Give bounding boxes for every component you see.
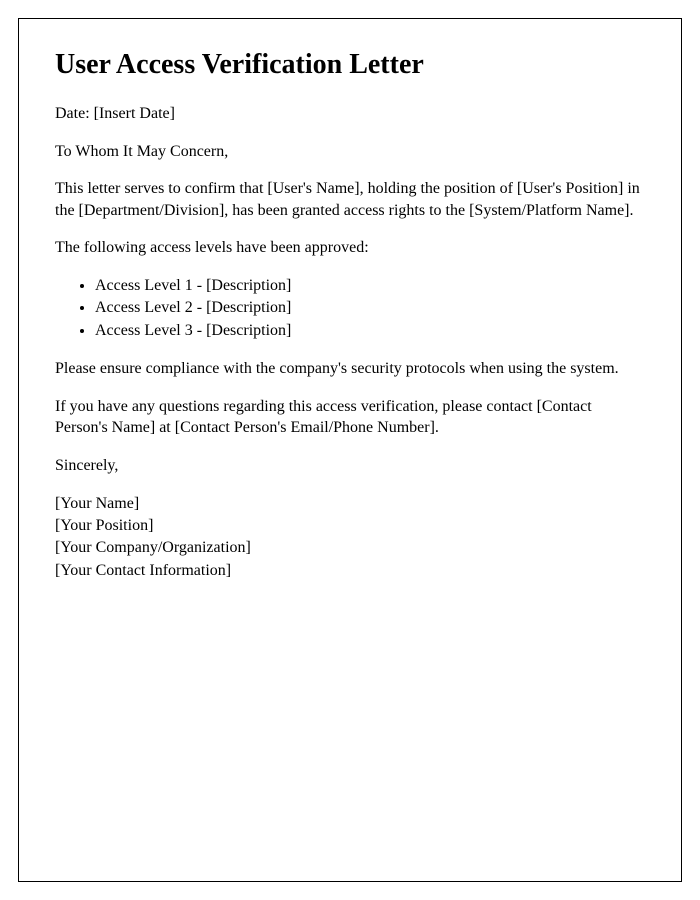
date-line: Date: [Insert Date] bbox=[55, 103, 645, 125]
list-item: Access Level 3 - [Description] bbox=[95, 320, 645, 342]
document-page: User Access Verification Letter Date: [I… bbox=[18, 18, 682, 882]
signature-position: [Your Position] bbox=[55, 515, 645, 537]
signature-company: [Your Company/Organization] bbox=[55, 537, 645, 559]
access-levels-list: Access Level 1 - [Description] Access Le… bbox=[95, 275, 645, 342]
list-item: Access Level 1 - [Description] bbox=[95, 275, 645, 297]
list-item: Access Level 2 - [Description] bbox=[95, 297, 645, 319]
contact-paragraph: If you have any questions regarding this… bbox=[55, 396, 645, 439]
document-title: User Access Verification Letter bbox=[55, 49, 645, 81]
signature-block: [Your Name] [Your Position] [Your Compan… bbox=[55, 493, 645, 583]
signature-name: [Your Name] bbox=[55, 493, 645, 515]
intro-paragraph: This letter serves to confirm that [User… bbox=[55, 178, 645, 221]
signature-contact: [Your Contact Information] bbox=[55, 560, 645, 582]
compliance-paragraph: Please ensure compliance with the compan… bbox=[55, 358, 645, 380]
closing: Sincerely, bbox=[55, 455, 645, 477]
access-levels-intro: The following access levels have been ap… bbox=[55, 237, 645, 259]
salutation: To Whom It May Concern, bbox=[55, 141, 645, 163]
